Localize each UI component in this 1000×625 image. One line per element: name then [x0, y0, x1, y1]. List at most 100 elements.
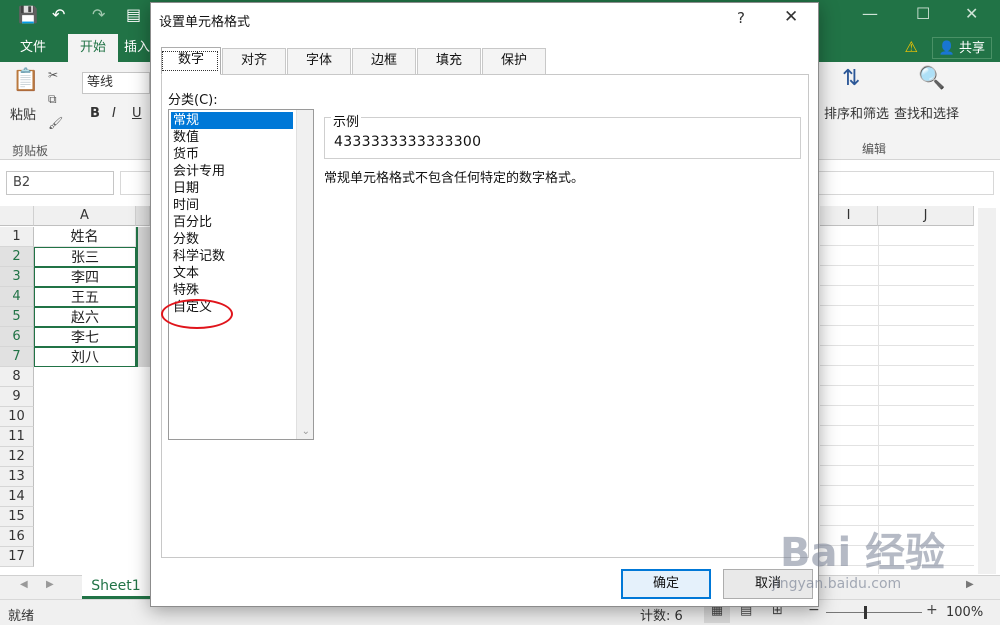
share-button[interactable]: 👤 共享 — [931, 37, 992, 59]
italic-icon[interactable]: I — [112, 106, 116, 121]
zoom-in-icon[interactable]: + — [926, 602, 938, 618]
row-header[interactable]: 10 — [0, 407, 34, 427]
cell[interactable]: 姓名 — [34, 227, 136, 247]
category-item-fraction[interactable]: 分数 — [171, 231, 293, 248]
category-item-time[interactable]: 时间 — [171, 197, 293, 214]
row-header[interactable]: 17 — [0, 547, 34, 567]
sort-filter-icon[interactable]: ⇅ — [842, 66, 860, 91]
row-header[interactable]: 12 — [0, 447, 34, 467]
dialog-close-button[interactable]: ✕ — [784, 7, 798, 27]
category-label: 分类(C): — [168, 93, 218, 108]
category-item-currency[interactable]: 货币 — [171, 146, 293, 163]
category-item-percentage[interactable]: 百分比 — [171, 214, 293, 231]
help-button[interactable]: ? — [737, 9, 745, 27]
warning-icon[interactable]: ⚠ — [905, 38, 918, 56]
column-header-b[interactable] — [136, 206, 150, 226]
save-icon[interactable]: 💾 — [18, 5, 38, 24]
format-painter-icon[interactable]: 🖌 — [48, 116, 63, 130]
format-description: 常规单元格格式不包含任何特定的数字格式。 — [324, 171, 585, 186]
cell[interactable]: 刘八 — [34, 347, 136, 367]
row-header[interactable]: 8 — [0, 367, 34, 387]
category-item-number[interactable]: 数值 — [171, 129, 293, 146]
zoom-level[interactable]: 100% — [946, 605, 983, 620]
sample-label: 示例 — [331, 111, 362, 130]
category-scrollbar[interactable]: ⌄ — [296, 110, 313, 439]
ok-button[interactable]: 确定 — [621, 569, 711, 599]
baidu-watermark: Bai 经验 jingyan.baidu.com — [760, 520, 980, 600]
cell[interactable]: 李七 — [34, 327, 136, 347]
column-header-i[interactable]: I — [820, 206, 878, 226]
copy-icon[interactable]: ⧉ — [48, 92, 57, 107]
cut-icon[interactable]: ✂ — [48, 68, 58, 82]
format-cells-dialog: 设置单元格格式 ? ✕ 数字 对齐 字体 边框 填充 保护 分类(C): 常规 … — [150, 2, 819, 607]
row-header[interactable]: 7 — [0, 347, 34, 367]
find-icon[interactable]: 🔍 — [918, 66, 945, 91]
underline-icon[interactable]: U — [132, 106, 142, 121]
find-select-button[interactable]: 查找和选择 — [894, 103, 959, 122]
annotation-circle — [161, 299, 233, 329]
select-all-corner[interactable] — [0, 206, 34, 226]
row-header[interactable]: 9 — [0, 387, 34, 407]
tab-font[interactable]: 字体 — [287, 48, 351, 74]
row-header[interactable]: 5 — [0, 307, 34, 327]
category-item-text[interactable]: 文本 — [171, 265, 293, 282]
redo-icon[interactable]: ↷ — [92, 5, 105, 24]
row-header[interactable]: 16 — [0, 527, 34, 547]
tab-file[interactable]: 文件 — [8, 34, 58, 62]
category-list[interactable]: 常规 数值 货币 会计专用 日期 时间 百分比 分数 科学记数 文本 特殊 自定… — [168, 109, 314, 440]
vertical-scrollbar[interactable] — [978, 208, 996, 574]
row-header[interactable]: 15 — [0, 507, 34, 527]
scroll-left-icon[interactable]: ◀ — [20, 579, 28, 590]
minimize-icon[interactable]: — — [862, 4, 878, 23]
paste-icon[interactable]: 📋 — [12, 68, 39, 93]
tab-border[interactable]: 边框 — [352, 48, 416, 74]
category-item-special[interactable]: 特殊 — [171, 282, 293, 299]
row-header[interactable]: 6 — [0, 327, 34, 347]
watermark-brand: Bai 经验 — [780, 530, 946, 576]
tab-alignment[interactable]: 对齐 — [222, 48, 286, 74]
undo-icon[interactable]: ↶ — [52, 5, 65, 24]
column-header-a[interactable]: A — [34, 206, 136, 226]
scroll-right-icon[interactable]: ▶ — [46, 579, 54, 590]
bold-icon[interactable]: B — [90, 106, 100, 121]
status-ready: 就绪 — [8, 609, 35, 624]
cell[interactable]: 王五 — [34, 287, 136, 307]
watermark-url: jingyan.baidu.com — [772, 576, 902, 592]
edit-group-label: 编辑 — [862, 142, 887, 156]
cell[interactable]: 赵六 — [34, 307, 136, 327]
row-header[interactable]: 14 — [0, 487, 34, 507]
form-icon[interactable]: ▤ — [126, 5, 141, 24]
sheet-tab-sheet1[interactable]: Sheet1 — [82, 575, 150, 599]
zoom-slider[interactable] — [826, 612, 922, 613]
cell[interactable]: 张三 — [34, 247, 136, 267]
row-header[interactable]: 1 — [0, 227, 34, 247]
category-item-accounting[interactable]: 会计专用 — [171, 163, 293, 180]
column-header-j[interactable]: J — [878, 206, 974, 226]
person-icon: 👤 — [938, 41, 955, 56]
tab-focus-ring — [162, 51, 218, 71]
status-count: 计数: 6 — [640, 609, 683, 624]
sample-value: 4333333333333300 — [334, 134, 482, 150]
font-name-box[interactable]: 等线 — [82, 72, 150, 94]
category-item-general[interactable]: 常规 — [171, 112, 293, 129]
scroll-down-icon[interactable]: ⌄ — [302, 426, 310, 437]
row-header[interactable]: 4 — [0, 287, 34, 307]
column-b-selection[interactable] — [136, 227, 150, 367]
cell[interactable]: 李四 — [34, 267, 136, 287]
tab-protection[interactable]: 保护 — [482, 48, 546, 74]
row-header[interactable]: 2 — [0, 247, 34, 267]
zoom-slider-thumb[interactable] — [864, 606, 867, 619]
tab-fill[interactable]: 填充 — [417, 48, 481, 74]
dialog-title: 设置单元格格式 — [159, 15, 251, 30]
paste-label[interactable]: 粘贴 — [10, 104, 36, 123]
row-header[interactable]: 3 — [0, 267, 34, 287]
tab-home[interactable]: 开始 — [68, 34, 119, 62]
window-close-icon[interactable]: ✕ — [965, 4, 978, 23]
name-box[interactable]: B2 — [6, 171, 114, 195]
category-item-scientific[interactable]: 科学记数 — [171, 248, 293, 265]
category-item-date[interactable]: 日期 — [171, 180, 293, 197]
row-header[interactable]: 11 — [0, 427, 34, 447]
sort-filter-button[interactable]: 排序和筛选 — [824, 103, 889, 122]
row-header[interactable]: 13 — [0, 467, 34, 487]
maximize-icon[interactable]: ☐ — [916, 4, 930, 23]
